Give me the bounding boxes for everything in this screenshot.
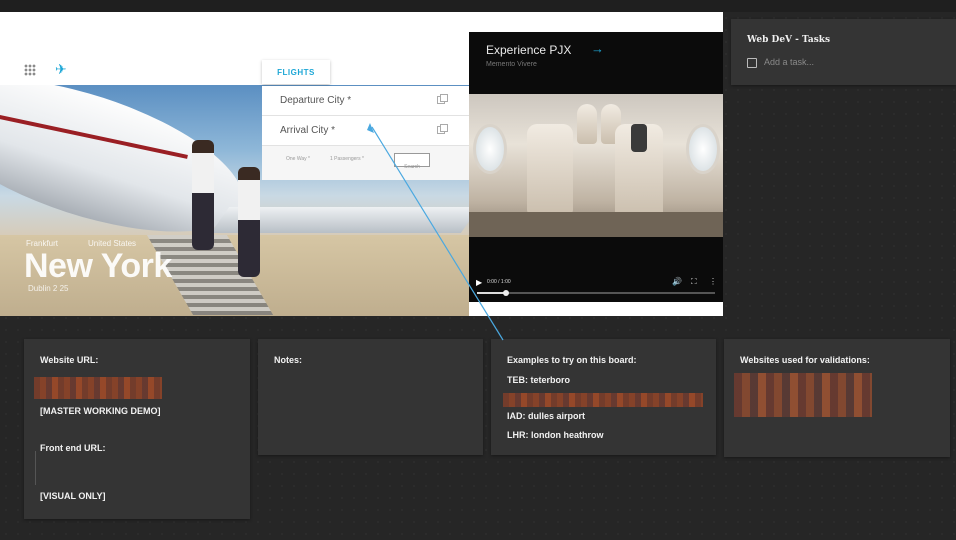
master-demo-label: [MASTER WORKING DEMO] <box>40 406 161 416</box>
tasks-card: Web DeV - Tasks Add a task... <box>731 19 956 85</box>
cabin-window <box>473 124 507 174</box>
notes-card[interactable]: Notes: <box>258 339 483 455</box>
copy-icon[interactable] <box>437 94 448 104</box>
hero-city: New York <box>24 247 172 285</box>
task-checkbox[interactable] <box>747 58 757 68</box>
departure-city-field[interactable]: Departure City * <box>262 86 469 116</box>
video-progress-fill <box>477 292 506 294</box>
trip-options-row: One Way * 1 Passengers * Search → <box>262 146 469 180</box>
cabin-video-frame <box>469 94 723 237</box>
video-time: 0:00 / 1:00 <box>487 279 511 285</box>
cabin-seat <box>577 104 597 144</box>
cabin-seat <box>527 124 573 214</box>
top-bar <box>0 0 956 12</box>
passengers-select[interactable]: 1 Passengers * <box>330 156 364 162</box>
validations-card[interactable]: Websites used for validations: <box>724 339 950 457</box>
hero-code: Dublin 2 25 <box>28 284 69 293</box>
seat-headrest <box>631 124 647 152</box>
volume-icon[interactable]: 🔊 <box>672 277 682 286</box>
redacted-url-bar <box>35 451 36 485</box>
fullscreen-icon[interactable]: ⛶ <box>691 277 697 287</box>
video-title: Experience PJX <box>486 43 572 57</box>
cabin-window <box>686 124 720 174</box>
visual-only-label: [VISUAL ONLY] <box>40 491 106 501</box>
trip-type-select[interactable]: One Way * <box>286 156 310 162</box>
grid-icon[interactable] <box>24 64 36 76</box>
cabin-floor <box>469 212 723 237</box>
example-iad: IAD: dulles airport <box>507 411 586 421</box>
copy-icon[interactable] <box>437 124 448 134</box>
arrow-right-icon[interactable]: → <box>591 41 604 56</box>
video-progress-knob[interactable] <box>502 290 509 296</box>
search-button[interactable]: Search → <box>394 153 430 170</box>
validations-title: Websites used for validations: <box>740 355 870 365</box>
video-progress-track[interactable] <box>477 290 715 296</box>
arrow-right-icon: → <box>409 164 415 170</box>
website-url-card[interactable]: Website URL: [MASTER WORKING DEMO] Front… <box>24 339 250 519</box>
passenger-figure <box>238 167 260 277</box>
example-lhr: LHR: london heathrow <box>507 430 604 440</box>
tasks-title: Web DeV - Tasks <box>747 35 831 45</box>
plane-icon[interactable]: ✈ <box>55 61 67 78</box>
examples-card[interactable]: Examples to try on this board: TEB: tete… <box>491 339 716 455</box>
play-icon[interactable]: ▶ <box>476 278 482 287</box>
passenger-figure <box>192 140 214 250</box>
video-panel[interactable]: Experience PJX → Memento Vivere ▶ 0:00 /… <box>469 32 723 302</box>
more-icon[interactable]: ⋮ <box>709 277 717 286</box>
departure-city-label: Departure City * <box>280 95 352 106</box>
video-controls: ▶ 0:00 / 1:00 🔊 ⛶ ⋮ <box>469 274 723 302</box>
arrival-city-label: Arrival City * <box>280 125 336 136</box>
example-teb: TEB: teterboro <box>507 375 570 385</box>
website-screenshot[interactable]: ✈ Frankfurt United States New York Dubli… <box>0 12 723 316</box>
arrival-city-field[interactable]: Arrival City * <box>262 116 469 146</box>
website-url-title: Website URL: <box>40 355 99 365</box>
redacted-websites <box>734 373 872 417</box>
add-task-input[interactable]: Add a task... <box>764 57 814 67</box>
redacted-url <box>34 377 162 399</box>
tab-flights[interactable]: FLIGHTS <box>262 60 330 84</box>
video-subtitle: Memento Vivere <box>486 61 537 68</box>
examples-title: Examples to try on this board: <box>507 355 637 365</box>
front-end-url-title: Front end URL: <box>40 443 106 453</box>
redacted-example <box>503 393 703 407</box>
notes-title: Notes: <box>274 355 303 365</box>
flight-search-form: Departure City * Arrival City * One Way … <box>262 86 469 180</box>
